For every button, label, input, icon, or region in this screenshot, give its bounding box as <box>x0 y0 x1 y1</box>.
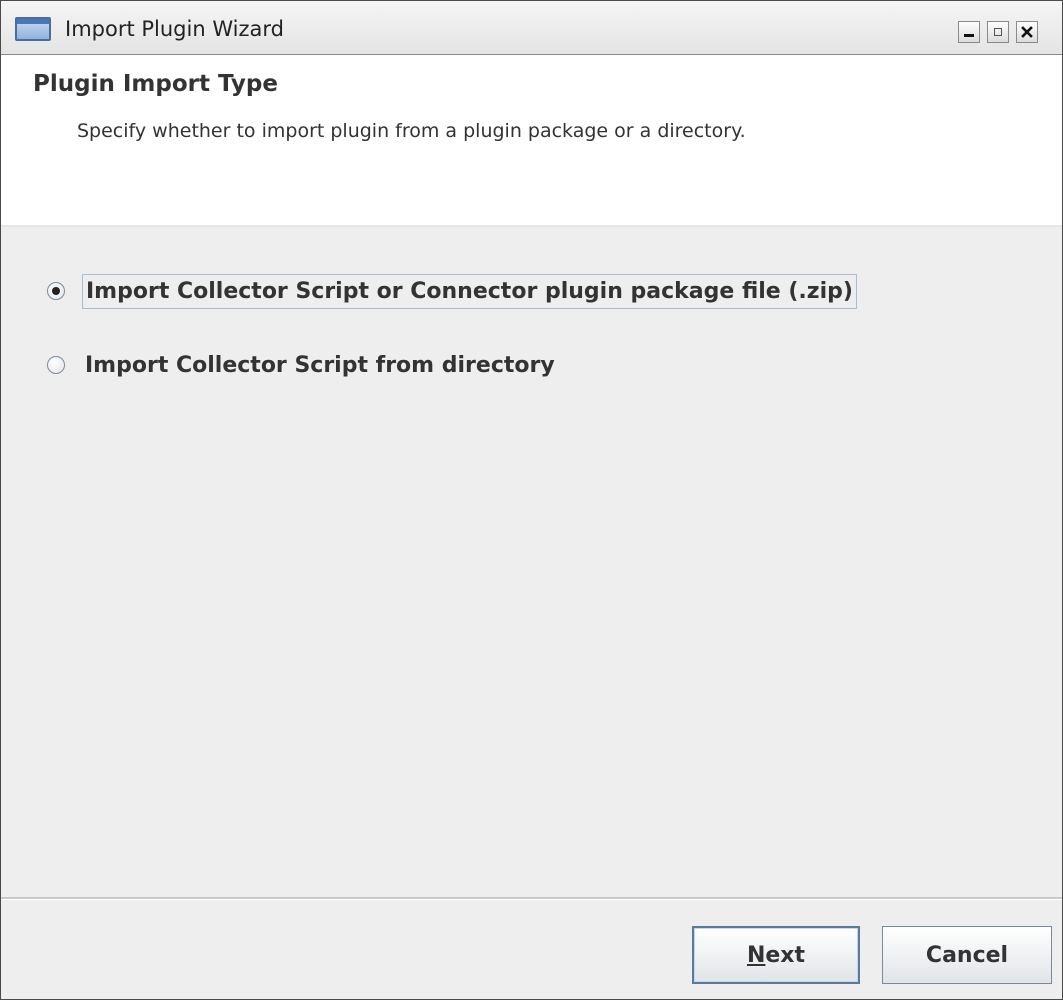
page-description: Specify whether to import plugin from a … <box>77 120 746 142</box>
close-button[interactable] <box>1016 21 1038 43</box>
next-label: ext <box>765 942 806 968</box>
minimize-button[interactable] <box>958 21 980 43</box>
window-icon <box>15 17 51 41</box>
radio-zip-package[interactable] <box>47 282 65 300</box>
title-bar[interactable]: Import Plugin Wizard <box>1 0 1062 55</box>
option-directory[interactable]: Import Collector Script from directory <box>47 347 558 383</box>
option-directory-label[interactable]: Import Collector Script from directory <box>82 349 558 382</box>
wizard-header: Plugin Import Type Specify whether to im… <box>1 55 1062 227</box>
option-zip-package[interactable]: Import Collector Script or Connector plu… <box>47 273 857 309</box>
maximize-button[interactable] <box>987 21 1009 43</box>
page-title: Plugin Import Type <box>33 71 278 97</box>
cancel-button[interactable]: Cancel <box>882 926 1052 984</box>
radio-directory[interactable] <box>47 356 65 374</box>
window-title: Import Plugin Wizard <box>65 17 284 41</box>
wizard-window: Import Plugin Wizard Plugin Import Type … <box>0 0 1063 1000</box>
close-icon <box>1021 26 1033 38</box>
next-button[interactable]: Next <box>692 926 860 984</box>
option-zip-package-label[interactable]: Import Collector Script or Connector plu… <box>82 273 857 309</box>
next-mnemonic: N <box>746 942 766 968</box>
cancel-label: Cancel <box>925 942 1009 968</box>
footer-separator <box>1 897 1062 900</box>
